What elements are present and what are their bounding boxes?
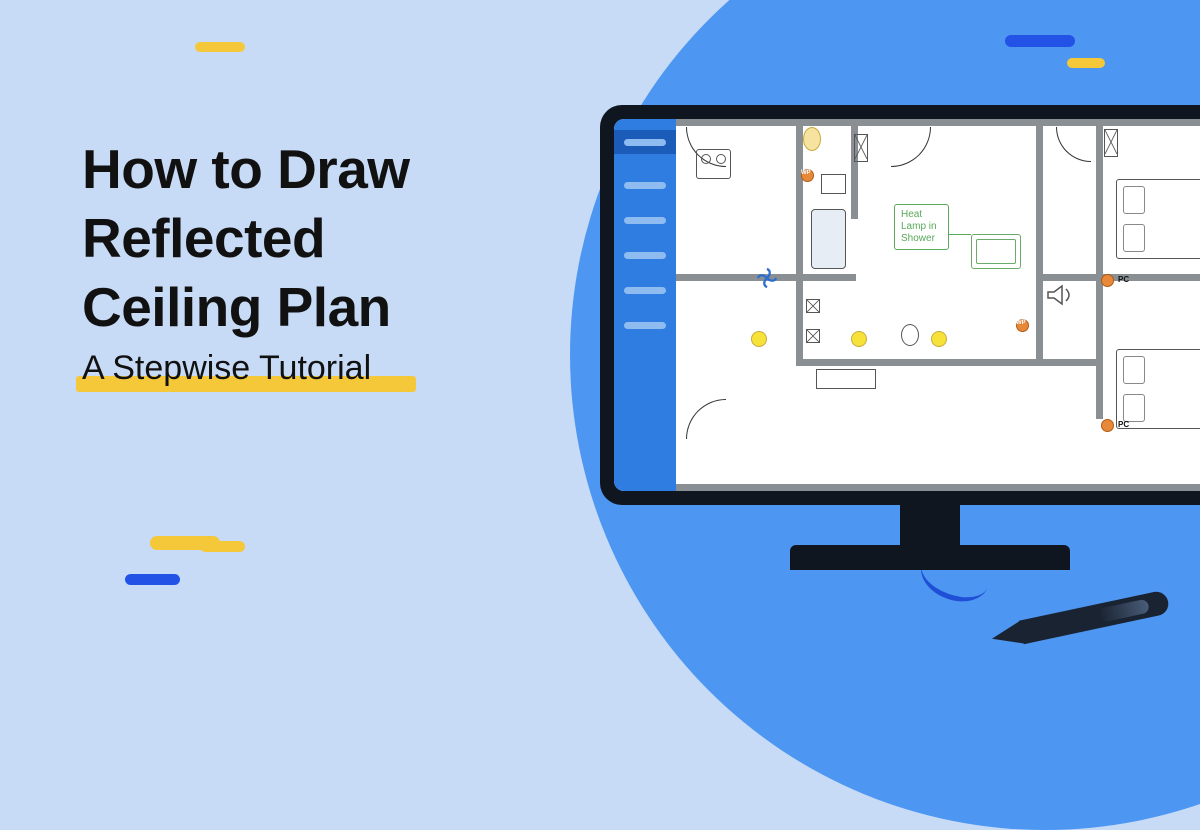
dash-decoration xyxy=(125,574,180,585)
cabinet-symbol xyxy=(854,134,868,162)
junction-box xyxy=(806,329,820,343)
subtitle: A Stepwise Tutorial xyxy=(82,349,371,388)
wp-label: WP xyxy=(801,170,811,176)
door-symbol xyxy=(1056,127,1091,162)
monitor-screen: PC PC WP WP Heat Lamp in Shower xyxy=(614,119,1200,491)
pc-label: PC xyxy=(1118,275,1129,284)
door-symbol xyxy=(686,399,726,439)
monitor-bezel: PC PC WP WP Heat Lamp in Shower xyxy=(600,105,1200,505)
monitor-stand xyxy=(900,505,960,545)
pc-label: PC xyxy=(1118,420,1129,429)
sidebar-item[interactable] xyxy=(624,182,666,189)
cabinet-symbol xyxy=(1104,129,1118,157)
junction-box xyxy=(806,299,820,313)
toilet-symbol xyxy=(901,324,919,346)
dash-decoration xyxy=(1005,35,1075,47)
title-line-3: Ceiling Plan xyxy=(82,273,410,342)
sidebar-item[interactable] xyxy=(624,252,666,259)
counter-symbol xyxy=(821,174,846,194)
bed-symbol xyxy=(1116,349,1200,429)
wp-label: WP xyxy=(1016,320,1026,326)
title-line-2: Reflected xyxy=(82,204,410,273)
dash-decoration xyxy=(195,42,245,52)
title-block: How to Draw Reflected Ceiling Plan A Ste… xyxy=(82,135,410,388)
desk-symbol xyxy=(816,369,876,389)
bed-symbol xyxy=(1116,179,1200,259)
light-symbol xyxy=(851,331,867,347)
sidebar-item[interactable] xyxy=(624,322,666,329)
sidebar-item[interactable] xyxy=(624,287,666,294)
bathtub-symbol xyxy=(811,209,846,269)
speaker-symbol xyxy=(1046,284,1074,306)
light-symbol xyxy=(751,331,767,347)
monitor-base xyxy=(790,545,1070,570)
heat-lamp-annotation: Heat Lamp in Shower xyxy=(894,204,949,250)
sink-symbol xyxy=(971,234,1021,269)
toilet-symbol xyxy=(803,127,821,151)
sidebar-item[interactable] xyxy=(624,217,666,224)
sidebar-item[interactable] xyxy=(614,130,676,154)
fan-symbol xyxy=(756,267,778,289)
floorplan-canvas[interactable]: PC PC WP WP Heat Lamp in Shower xyxy=(676,119,1200,491)
pc-symbol xyxy=(1101,274,1114,287)
title-line-1: How to Draw xyxy=(82,135,410,204)
monitor-illustration: PC PC WP WP Heat Lamp in Shower xyxy=(600,105,1200,570)
dash-decoration xyxy=(200,541,245,552)
app-sidebar xyxy=(614,119,676,491)
stove-symbol xyxy=(696,149,731,179)
dash-decoration xyxy=(1067,58,1105,68)
pc-symbol xyxy=(1101,419,1114,432)
door-symbol xyxy=(891,127,931,167)
light-symbol xyxy=(931,331,947,347)
annotation-leader xyxy=(949,234,971,235)
